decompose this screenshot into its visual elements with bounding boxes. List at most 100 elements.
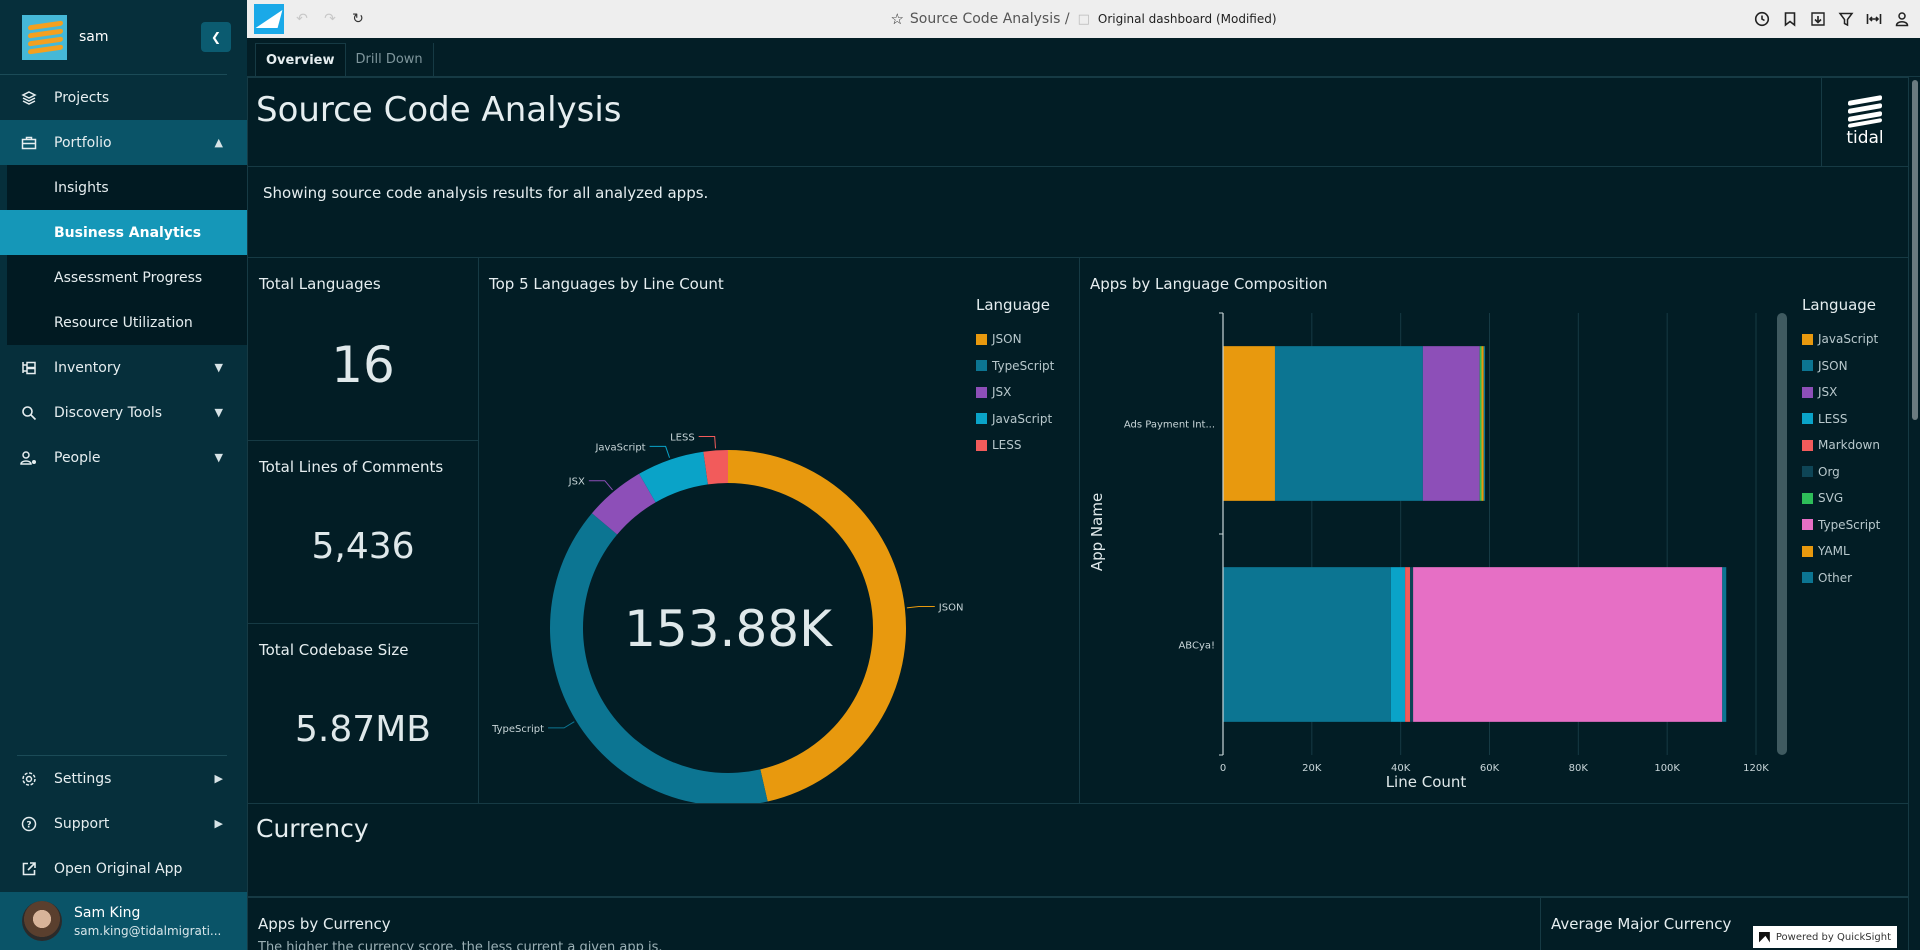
- data-label: JSON: [938, 602, 964, 613]
- redo-button[interactable]: ↷: [320, 9, 340, 29]
- quicksight-logo[interactable]: [254, 4, 284, 34]
- dashboard-scrollbar[interactable]: [1909, 77, 1920, 950]
- undo-button[interactable]: ↶: [292, 9, 312, 29]
- legend-label: LESS: [1818, 411, 1848, 426]
- legend-item[interactable]: SVG: [1802, 485, 1880, 512]
- legend-swatch: [1802, 492, 1813, 504]
- sidebar-item-portfolio[interactable]: Portfolio ▲: [0, 120, 247, 165]
- chevron-right-icon: ▶: [214, 817, 223, 830]
- sidebar-item-support[interactable]: ? Support ▶: [0, 801, 247, 846]
- profile-email: sam.king@tidalmigrati...: [74, 923, 222, 938]
- sidebar-bottom: Settings ▶ ? Support ▶ Open Original App: [0, 755, 247, 891]
- chart-scrollbar[interactable]: [1777, 313, 1787, 755]
- download-button[interactable]: [1808, 9, 1828, 29]
- filter-icon: [1838, 12, 1854, 27]
- sidebar-item-projects[interactable]: Projects: [0, 75, 247, 120]
- bar-segment-yaml[interactable]: [1481, 346, 1484, 501]
- reset-button[interactable]: ↻: [348, 9, 368, 29]
- legend-item[interactable]: JSX: [1802, 379, 1880, 406]
- chevron-down-icon: ▼: [214, 406, 223, 419]
- bar-segment-javascript[interactable]: [1223, 346, 1275, 501]
- bar-segment-markdown[interactable]: [1405, 567, 1410, 722]
- legend-item[interactable]: LESS: [976, 432, 1054, 459]
- filter-button[interactable]: [1836, 9, 1856, 29]
- legend-label: Other: [1818, 570, 1853, 585]
- data-label: LESS: [670, 432, 695, 443]
- legend-item[interactable]: TypeScript: [976, 353, 1054, 380]
- bar-segment-jsx[interactable]: [1422, 346, 1480, 501]
- dashboard-version[interactable]: Original dashboard (Modified): [1098, 12, 1277, 26]
- donut-center-label: 153.88K: [624, 600, 833, 658]
- tab-overview[interactable]: Overview: [255, 43, 346, 76]
- scrollbar-thumb[interactable]: [1912, 80, 1918, 420]
- user-profile[interactable]: Sam King sam.king@tidalmigrati...: [0, 892, 247, 950]
- portfolio-submenu: Insights Business Analytics Assessment P…: [0, 165, 247, 345]
- kpi-value: 5.87MB: [295, 709, 431, 750]
- kpi-total-languages[interactable]: Total Languages 16: [247, 257, 479, 441]
- donut-slice-typescript[interactable]: [550, 513, 768, 805]
- sidebar-item-open-original-app[interactable]: Open Original App: [0, 846, 247, 891]
- chevron-down-icon: ▼: [214, 451, 223, 464]
- powered-by-quicksight[interactable]: Powered by QuickSight: [1752, 926, 1897, 948]
- sidebar-item-discovery-tools[interactable]: Discovery Tools ▼: [0, 390, 247, 435]
- kpi-title: Total Lines of Comments: [259, 458, 444, 476]
- fit-width-icon: [1866, 14, 1882, 24]
- schedule-button[interactable]: [1752, 9, 1772, 29]
- sidebar-item-inventory[interactable]: Inventory ▼: [0, 345, 247, 390]
- bookmark-outline-icon[interactable]: □: [1078, 12, 1090, 27]
- sidebar-item-business-analytics[interactable]: Business Analytics: [0, 210, 247, 255]
- avatar: [22, 901, 62, 941]
- legend-item[interactable]: Org: [1802, 459, 1880, 486]
- dashboard-breadcrumb: ☆ Source Code Analysis / □ Original dash…: [247, 10, 1920, 28]
- legend-item[interactable]: JSON: [1802, 353, 1880, 380]
- legend-item[interactable]: JavaScript: [1802, 326, 1880, 353]
- bar-segment-json[interactable]: [1274, 346, 1423, 501]
- legend-swatch: [1802, 386, 1813, 398]
- legend-swatch: [976, 360, 987, 372]
- legend-item[interactable]: JSON: [976, 326, 1054, 353]
- legend-label: JavaScript: [1818, 332, 1879, 347]
- legend-label: JSX: [992, 385, 1012, 400]
- legend-label: JSON: [1818, 358, 1848, 373]
- title-panel: Source Code Analysis: [247, 77, 1822, 167]
- bar-segment-other[interactable]: [1483, 346, 1486, 501]
- tab-drill-down[interactable]: Drill Down: [346, 43, 434, 76]
- top-languages-donut-panel[interactable]: Top 5 Languages by Line Count JSON TypeSc…: [478, 257, 1080, 805]
- legend-item[interactable]: JSX: [976, 379, 1054, 406]
- chart-subtitle: The higher the currency score, the less …: [258, 940, 663, 950]
- people-settings-icon: [20, 449, 38, 467]
- legend-item[interactable]: Other: [1802, 565, 1880, 592]
- sidebar-item-people[interactable]: People ▼: [0, 435, 247, 480]
- legend-item[interactable]: TypeScript: [1802, 512, 1880, 539]
- bar-segment-org[interactable]: [1409, 567, 1414, 722]
- chevron-right-icon: ▶: [214, 772, 223, 785]
- leader-line: [548, 721, 575, 729]
- fit-width-button[interactable]: [1864, 9, 1884, 29]
- kpi-total-codebase-size[interactable]: Total Codebase Size 5.87MB: [247, 623, 479, 804]
- sidebar-item-insights[interactable]: Insights: [7, 165, 247, 210]
- sidebar-item-resource-utilization[interactable]: Resource Utilization: [7, 300, 247, 345]
- legend-item[interactable]: Markdown: [1802, 432, 1880, 459]
- legend-item[interactable]: LESS: [1802, 406, 1880, 433]
- bar-segment-other[interactable]: [1722, 567, 1727, 722]
- apps-by-currency-panel[interactable]: Apps by Currency The higher the currency…: [247, 897, 1541, 950]
- collapse-sidebar-button[interactable]: ❮: [201, 22, 231, 52]
- bar-segment-json[interactable]: [1223, 567, 1391, 722]
- kpi-total-lines-of-comments[interactable]: Total Lines of Comments 5,436: [247, 440, 479, 624]
- legend-swatch: [1802, 439, 1813, 451]
- legend-item[interactable]: YAML: [1802, 538, 1880, 565]
- chevron-down-icon: ▼: [214, 361, 223, 374]
- legend-swatch: [1802, 413, 1813, 425]
- legend-label: JSON: [992, 332, 1022, 347]
- legend-item[interactable]: JavaScript: [976, 406, 1054, 433]
- bookmarks-button[interactable]: [1780, 9, 1800, 29]
- account-button[interactable]: [1892, 9, 1912, 29]
- bar-segment-less[interactable]: [1390, 567, 1406, 722]
- bar-segment-svg[interactable]: [1479, 346, 1482, 501]
- apps-by-language-panel[interactable]: Apps by Language Composition 0 20K 40K 60K 8…: [1079, 257, 1909, 804]
- bar-segment-typescript[interactable]: [1413, 567, 1723, 722]
- sidebar-item-settings[interactable]: Settings ▶: [0, 756, 247, 801]
- star-icon[interactable]: ☆: [890, 10, 903, 28]
- sidebar-header: sam ❮: [0, 0, 231, 75]
- sidebar-item-assessment-progress[interactable]: Assessment Progress: [7, 255, 247, 300]
